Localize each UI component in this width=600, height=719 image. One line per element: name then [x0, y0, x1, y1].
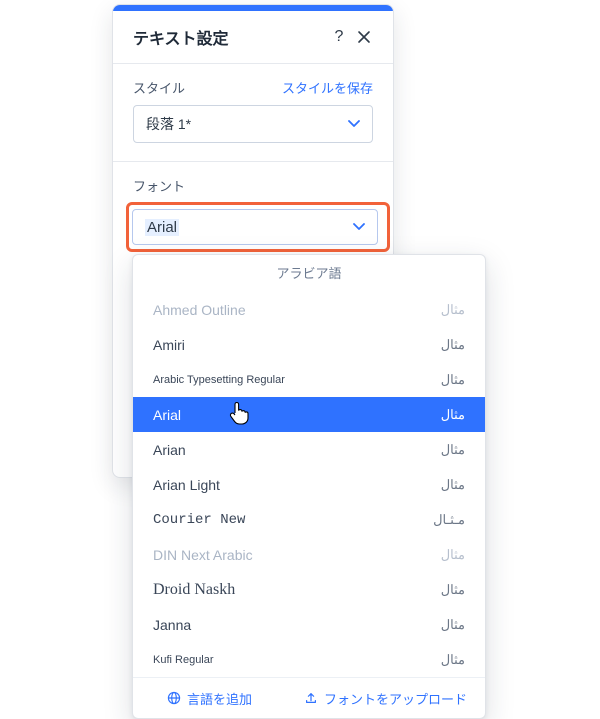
font-option-name: Kufi Regular — [153, 654, 214, 666]
font-option-name: Arian — [153, 442, 186, 458]
font-option[interactable]: Droid Naskh مثال — [133, 572, 485, 607]
font-option-name: Courier New — [153, 512, 245, 528]
style-label: スタイル — [133, 78, 282, 97]
font-option-name: Amiri — [153, 337, 185, 353]
font-option-name: Janna — [153, 617, 191, 633]
font-option[interactable]: Amiri مثال — [133, 327, 485, 362]
font-option[interactable]: Arian Light مثال — [133, 467, 485, 502]
font-option-name: Ahmed Outline — [153, 302, 246, 318]
font-select[interactable]: Arial — [132, 209, 378, 245]
font-option-name: Arial — [153, 407, 181, 423]
style-section: スタイル スタイルを保存 段落 1* — [113, 64, 393, 143]
font-select-value: Arial — [145, 219, 179, 236]
font-option-sample: مثال — [441, 617, 465, 633]
font-option[interactable]: Arial مثال — [133, 397, 485, 432]
save-style-link[interactable]: スタイルを保存 — [282, 78, 373, 97]
font-option[interactable]: Arabic Typesetting Regular مثال — [133, 362, 485, 397]
font-option-name: DIN Next Arabic — [153, 547, 253, 563]
font-option-sample: مثال — [441, 652, 465, 668]
font-option[interactable]: Arian مثال — [133, 432, 485, 467]
font-option[interactable]: Courier New مـثـال — [133, 502, 485, 537]
font-dropdown: アラビア語 Ahmed OutlineمثالAmiriمثالArabic T… — [132, 254, 486, 719]
add-language-label: 言語を追加 — [187, 689, 252, 708]
panel-title: テキスト設定 — [133, 25, 329, 49]
upload-icon — [304, 691, 318, 705]
add-language-button[interactable]: 言語を追加 — [133, 678, 286, 718]
font-option[interactable]: Janna مثال — [133, 607, 485, 642]
font-option[interactable]: DIN Next Arabic مثال — [133, 537, 485, 572]
font-group-label: アラビア語 — [133, 255, 485, 292]
font-option-sample: مثال — [441, 302, 465, 318]
font-option-name: Droid Naskh — [153, 581, 235, 599]
font-option-name: Arian Light — [153, 477, 220, 493]
font-option-sample: مثال — [441, 582, 465, 598]
font-label: フォント — [133, 176, 373, 195]
font-option-sample: مثال — [441, 407, 465, 423]
globe-icon — [167, 691, 181, 705]
font-option-sample: مثال — [441, 547, 465, 563]
style-select[interactable]: 段落 1* — [133, 105, 373, 143]
chevron-down-icon — [348, 120, 360, 128]
upload-font-button[interactable]: フォントをアップロード — [286, 678, 485, 718]
help-icon[interactable]: ? — [329, 28, 349, 46]
font-option[interactable]: Kufi Regular مثال — [133, 642, 485, 677]
font-option-sample: مثال — [441, 372, 465, 388]
panel-header: テキスト設定 ? — [113, 11, 393, 63]
chevron-down-icon — [353, 223, 365, 231]
font-option-name: Arabic Typesetting Regular — [153, 374, 285, 386]
font-option-sample: مثال — [441, 477, 465, 493]
font-option-sample: مثال — [441, 442, 465, 458]
font-list: Ahmed OutlineمثالAmiriمثالArabic Typeset… — [133, 292, 485, 677]
font-option-sample: مثال — [441, 337, 465, 353]
font-option[interactable]: Ahmed Outline مثال — [133, 292, 485, 327]
font-option-sample: مـثـال — [433, 512, 465, 528]
upload-font-label: フォントをアップロード — [324, 689, 467, 708]
close-icon[interactable] — [357, 30, 377, 44]
style-select-value: 段落 1* — [146, 114, 191, 134]
